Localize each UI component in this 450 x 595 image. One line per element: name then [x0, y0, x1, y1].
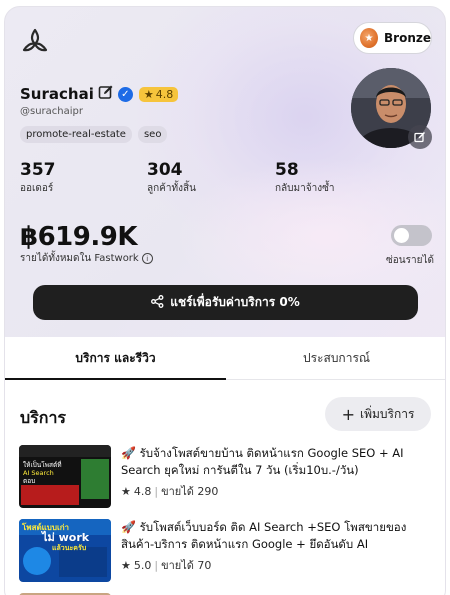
stat-value: 357 — [20, 160, 56, 180]
username: @surachaipr — [20, 106, 83, 117]
divider: | — [154, 484, 159, 498]
profile-name-row: Surachai ✓ ★ 4.8 — [20, 84, 179, 104]
skill-tags: promote-real-estate seo — [20, 126, 168, 143]
fastwork-logo-icon[interactable] — [20, 27, 50, 55]
star-icon: ★ — [121, 558, 131, 572]
stat-orders: 357 ออเดอร์ — [20, 159, 56, 196]
profile-name: Surachai — [20, 85, 94, 103]
thumb-text: ให้เป็นโพสต์ที่ — [23, 461, 62, 469]
tab-services-reviews[interactable]: บริการ และรีวิว — [5, 337, 226, 380]
stat-repeat: 58 กลับมาจ้างซ้ำ — [275, 159, 335, 196]
service-meta: ★ 4.8 | ขายได้ 290 — [121, 482, 434, 500]
stat-value: 58 — [275, 160, 299, 180]
share-icon — [151, 294, 164, 311]
star-icon: ★ — [121, 484, 131, 498]
rocket-icon: 🚀 — [121, 446, 136, 460]
tab-label: ประสบการณ์ — [302, 350, 371, 365]
add-service-label: เพิ่มบริการ — [359, 406, 415, 421]
revenue-label: รายได้ทั้งหมดใน Fastwork — [20, 253, 139, 264]
stat-label: ลูกค้าทั้งสิ้น — [147, 183, 196, 194]
add-service-button[interactable]: + เพิ่มบริการ — [325, 397, 431, 431]
tab-label: บริการ และรีวิว — [75, 350, 156, 365]
info-icon[interactable]: i — [141, 253, 153, 264]
stat-value: 304 — [147, 160, 183, 180]
skill-tag[interactable]: promote-real-estate — [20, 126, 132, 143]
services-title: บริการ — [20, 408, 67, 427]
share-button-label: แชร์เพื่อรับค่าบริการ 0% — [170, 295, 300, 309]
service-sold: ขายได้ 290 — [161, 485, 219, 498]
tier-button[interactable]: ★ Bronze — [353, 22, 432, 54]
revenue-label-row: รายได้ทั้งหมดใน Fastwork i — [20, 251, 153, 266]
service-rating: 4.8 — [133, 484, 152, 498]
service-rating: 5.0 — [133, 558, 152, 572]
bronze-medal-icon: ★ — [360, 28, 379, 48]
service-thumbnail[interactable]: โพสต์แบบเก่า ไม่ work แล้วนะครับ — [19, 519, 111, 582]
tab-bar: บริการ และรีวิว ประสบการณ์ — [5, 337, 445, 380]
edit-avatar-icon[interactable] — [408, 125, 432, 149]
star-icon: ★ — [143, 87, 154, 101]
stat-label: กลับมาจ้างซ้ำ — [275, 183, 335, 194]
service-body: 🚀 รับโพสต์เว็บบอร์ด ติด AI Search +SEO โ… — [121, 519, 434, 582]
service-thumbnail[interactable]: ให้เป็นโพสต์ที่ AI Search ตอบ — [19, 445, 111, 508]
stat-label: ออเดอร์ — [20, 183, 54, 194]
service-meta: ★ 5.0 | ขายได้ 70 — [121, 556, 434, 574]
tier-label: Bronze — [384, 31, 431, 45]
service-title-row[interactable]: 🚀 รับจ้างโพสต์ขายบ้าน ติดหน้าแรก Google … — [121, 445, 434, 479]
service-item[interactable]: โพสต์แบบเก่า ไม่ work แล้วนะครับ 🚀 รับโพ… — [19, 519, 434, 582]
hide-revenue-toggle[interactable] — [391, 225, 432, 246]
hide-revenue-label: ซ่อนรายได้ — [386, 255, 434, 266]
revenue-amount: ฿619.9K — [20, 222, 137, 252]
rocket-icon: 🚀 — [121, 520, 136, 534]
skill-tag[interactable]: seo — [137, 126, 168, 143]
edit-name-icon[interactable] — [98, 84, 114, 104]
rating-value: 4.8 — [155, 87, 174, 101]
verified-icon: ✓ — [117, 86, 133, 102]
tab-experience[interactable]: ประสบการณ์ — [226, 337, 445, 379]
service-title: รับโพสต์เว็บบอร์ด ติด AI Search +SEO โพส… — [121, 520, 407, 551]
share-button[interactable]: แชร์เพื่อรับค่าบริการ 0% — [33, 285, 418, 320]
plus-icon: + — [341, 404, 355, 424]
service-title-row[interactable]: 🚀 รับโพสต์เว็บบอร์ด ติด AI Search +SEO โ… — [121, 519, 434, 553]
thumb-text: ไม่ work — [42, 531, 90, 544]
stat-customers: 304 ลูกค้าทั้งสิ้น — [147, 159, 196, 196]
service-item[interactable]: ให้เป็นโพสต์ที่ AI Search ตอบ 🚀 รับจ้างโ… — [19, 445, 434, 508]
thumb-text: AI Search — [23, 469, 54, 477]
service-body: 🚀 รับจ้างโพสต์ขายบ้าน ติดหน้าแรก Google … — [121, 445, 434, 508]
rating-badge: ★ 4.8 — [138, 86, 179, 102]
divider: | — [154, 558, 159, 572]
service-sold: ขายได้ 70 — [161, 559, 212, 572]
thumb-text: ตอบ — [23, 477, 36, 485]
toggle-knob — [394, 228, 409, 243]
thumb-text: แล้วนะครับ — [52, 544, 87, 552]
service-title: รับจ้างโพสต์ขายบ้าน ติดหน้าแรก Google SE… — [121, 446, 404, 477]
profile-card: ★ Bronze Surachai ✓ ★ 4.8 @surachaipr pr… — [4, 6, 446, 595]
